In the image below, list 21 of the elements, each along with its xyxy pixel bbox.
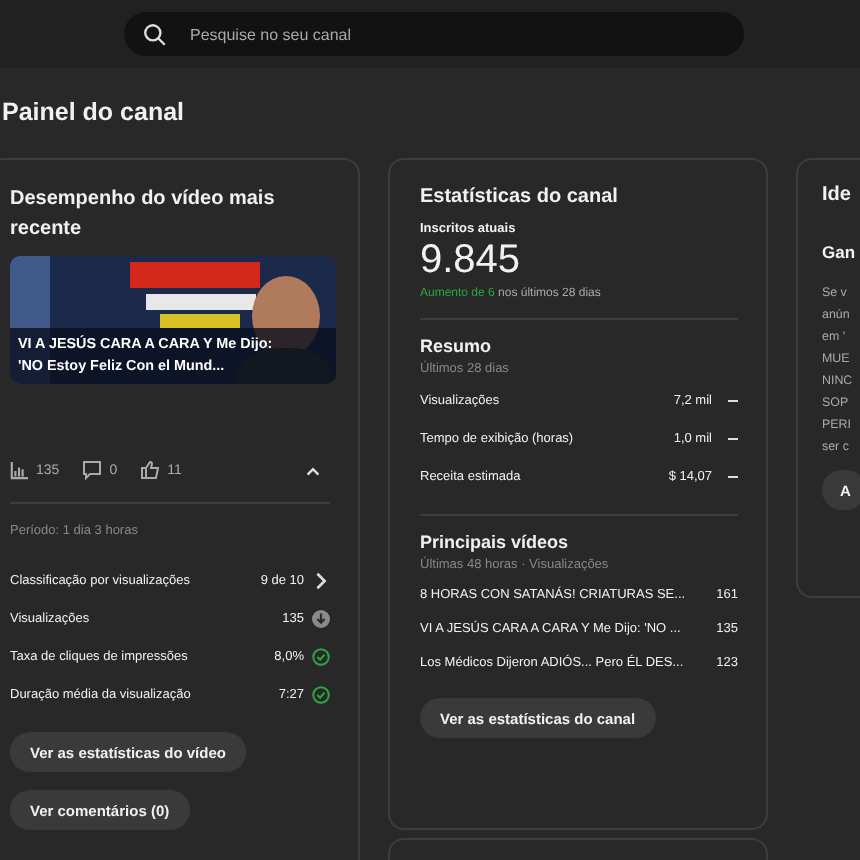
search-bar[interactable]: Pesquise no seu canal [124, 12, 744, 56]
chevron-right-icon[interactable] [312, 572, 330, 590]
check-icon [312, 648, 330, 666]
card-title: Ide [822, 182, 853, 210]
page-title: Painel do canal [2, 98, 187, 130]
down-arrow-icon [312, 610, 330, 628]
bar-chart-icon [10, 461, 28, 479]
card-title: Desempenho do vídeo mais recente [10, 186, 277, 244]
dash-icon [728, 476, 738, 478]
comment-icon [81, 460, 102, 480]
check-icon [312, 686, 330, 704]
subscriber-count: 9.845 [420, 236, 523, 284]
section-title: Gan [822, 242, 858, 262]
dash-icon [728, 438, 738, 440]
section-title: Principais vídeos [420, 532, 571, 552]
dash-icon [728, 400, 738, 402]
search-field[interactable]: Pesquise no seu canal [186, 23, 674, 45]
card-title: Estatísticas do canal [420, 184, 620, 212]
thumbs-up-icon [139, 460, 160, 480]
search-icon [142, 21, 168, 47]
section-title: Resumo [420, 336, 494, 356]
